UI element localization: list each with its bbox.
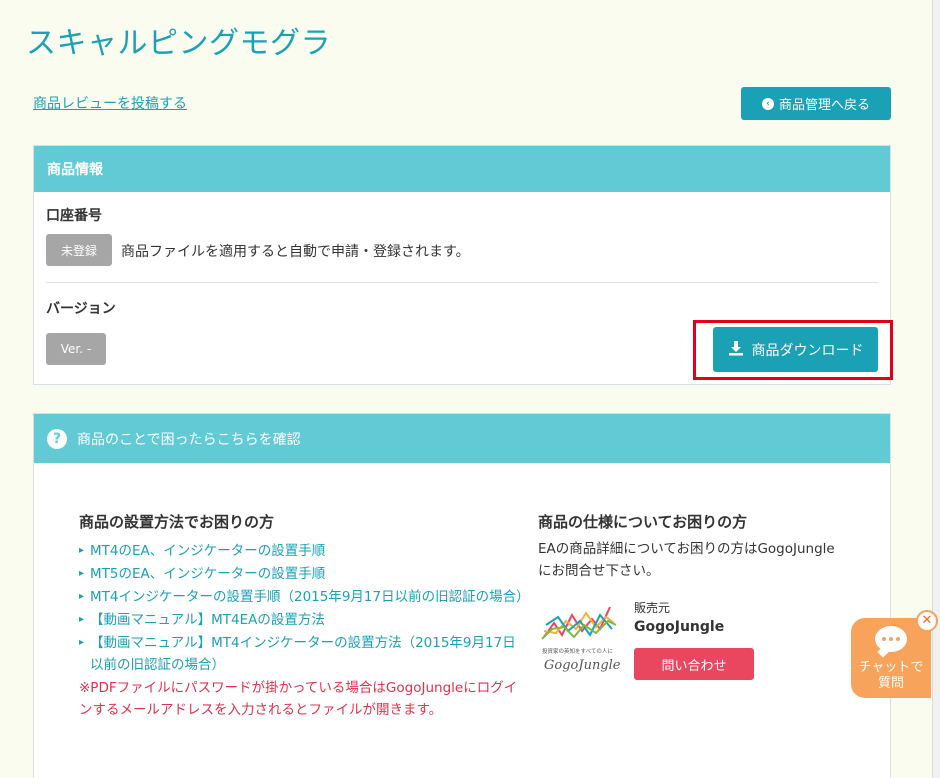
download-button-label: 商品ダウンロード — [751, 342, 864, 359]
back-to-product-management-button[interactable]: ‹ 商品管理へ戻る — [741, 87, 891, 120]
post-review-link[interactable]: 商品レビューを投稿する — [33, 93, 187, 113]
chat-bubble-icon — [875, 626, 907, 652]
chevron-left-icon: ‹ — [761, 97, 774, 110]
version-label: バージョン — [46, 301, 116, 317]
question-icon: ? — [47, 428, 67, 449]
spec-help-title: 商品の仕様についてお困りの方 — [538, 513, 748, 531]
account-number-label: 口座番号 — [46, 208, 102, 224]
seller-name: GogoJungle — [634, 619, 725, 635]
logo-text: GogoJungle — [544, 658, 620, 673]
account-description: 商品ファイルを適用すると自動で申請・登録されます。 — [121, 244, 470, 260]
setup-link-video-mt4-indicator[interactable]: 【動画マニュアル】MT4インジケーターの設置方法（2015年9月17日以前の旧認… — [79, 632, 529, 676]
page-title: スキャルピングモグラ — [26, 26, 331, 61]
setup-link-mt4[interactable]: MT4のEA、インジケーターの設置手順 — [79, 540, 529, 562]
seller-label: 販売元 — [634, 601, 671, 615]
setup-help-title: 商品の設置方法でお困りの方 — [79, 513, 275, 531]
seller-logo: 投資家の英知をすべての人に GogoJungle — [540, 601, 621, 677]
unregistered-badge: 未登録 — [46, 234, 112, 266]
product-download-button[interactable]: 商品ダウンロード — [713, 327, 878, 372]
help-panel: ? 商品のことで困ったらこちらを確認 商品の設置方法でお困りの方 MT4のEA、… — [33, 413, 891, 778]
scrollbar-track[interactable] — [932, 0, 940, 778]
version-badge: Ver. - — [46, 333, 106, 365]
setup-link-mt5[interactable]: MT5のEA、インジケーターの設置手順 — [79, 563, 529, 585]
logo-tagline: 投資家の英知をすべての人に — [542, 647, 613, 655]
chat-widget[interactable]: チャットで 質問 — [851, 618, 931, 698]
help-header: ? 商品のことで困ったらこちらを確認 — [34, 414, 890, 463]
back-button-label: 商品管理へ戻る — [778, 98, 870, 113]
download-icon — [728, 340, 744, 360]
help-header-label: 商品のことで困ったらこちらを確認 — [77, 431, 301, 448]
pdf-password-note: ※PDFファイルにパスワードが掛かっている場合はGogoJungleにログインす… — [79, 680, 518, 718]
spec-help-description: EAの商品詳細についてお困りの方はGogoJungleにお問合せ下さい。 — [538, 541, 835, 579]
setup-link-mt4-indicator-old[interactable]: MT4インジケーターの設置手順（2015年9月17日以前の旧認証の場合） — [79, 586, 530, 608]
contact-button[interactable]: 問い合わせ — [634, 648, 754, 680]
product-info-header: 商品情報 — [34, 146, 890, 192]
chat-label-line1: チャットで — [858, 660, 924, 675]
divider — [46, 282, 878, 283]
chat-label-line2: 質問 — [877, 676, 904, 691]
setup-help-list: MT4のEA、インジケーターの設置手順 MT5のEA、インジケーターの設置手順 … — [79, 540, 530, 722]
setup-link-video-mt4ea[interactable]: 【動画マニュアル】MT4EAの設置方法 — [79, 609, 529, 631]
chat-close-icon[interactable]: ✕ — [916, 610, 938, 632]
